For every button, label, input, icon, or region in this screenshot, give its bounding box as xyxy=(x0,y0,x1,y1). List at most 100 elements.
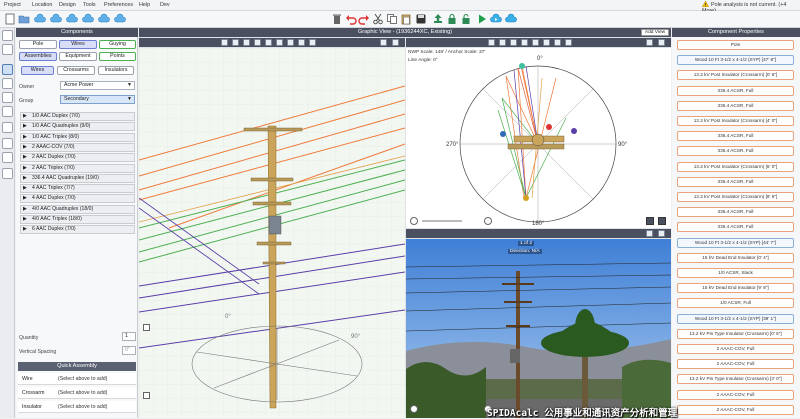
property-item[interactable]: 2 AAAC-COV, Full xyxy=(677,344,794,354)
wire-list-item[interactable]: ▶ 4 AAC Triplex (7/7) xyxy=(20,184,135,194)
owner-select[interactable]: Acme Power ▼ xyxy=(60,81,135,90)
plan-close-icon[interactable] xyxy=(658,39,665,46)
cloud-settings-icon[interactable] xyxy=(114,13,126,25)
cloud-refresh-icon[interactable] xyxy=(98,13,110,25)
menu-dev[interactable]: Dev xyxy=(160,2,170,8)
view-iso-icon[interactable] xyxy=(265,39,272,46)
wire-list-item[interactable]: ▶ 4/0 AAC Triplex (18/0) xyxy=(20,215,135,224)
vertical-spacing-input[interactable]: 0" xyxy=(122,346,136,355)
cloud-sync-icon[interactable] xyxy=(50,13,62,25)
measure-tool-icon[interactable] xyxy=(2,78,13,89)
tab-equipment[interactable]: Equipment xyxy=(59,52,97,61)
list-tool-icon[interactable] xyxy=(2,152,13,163)
tab-insulators[interactable]: Insulators xyxy=(98,66,134,75)
property-item[interactable]: 336.4 ACSR, Full xyxy=(677,85,794,96)
tab-pole[interactable]: Pole xyxy=(19,40,57,49)
quick-assembly-row[interactable]: Crossarm (Select above to add) xyxy=(18,387,136,399)
view-3d-icon[interactable] xyxy=(254,39,261,46)
property-item[interactable]: 13.2 kV Post Insulator (Crossarm) [0' 6"… xyxy=(677,70,794,81)
plan-grid-icon[interactable] xyxy=(565,39,572,46)
expand-icon[interactable] xyxy=(380,39,387,46)
property-item[interactable]: 15 kV Dead End Insulator [9' 8"] xyxy=(677,283,794,294)
tab-wires[interactable]: Wires xyxy=(59,40,97,49)
wire-list-item[interactable]: ▶ 336.4 AAC Quadruplex (19/0) xyxy=(20,173,135,183)
cloud-download-icon[interactable] xyxy=(82,13,94,25)
plan-settings-icon[interactable] xyxy=(646,217,654,225)
edit-tool-icon[interactable] xyxy=(2,92,13,103)
property-item[interactable]: 336.4 ACSR, Full xyxy=(677,222,794,233)
tab-points[interactable]: Points xyxy=(99,52,136,61)
property-item[interactable]: 15 kV Dead End Insulator [0' 4"] xyxy=(677,252,794,263)
photo-zoom-out-icon[interactable] xyxy=(410,405,418,413)
copy-icon[interactable] xyxy=(386,13,398,25)
property-item[interactable]: 336.4 ACSR, Full xyxy=(677,207,794,218)
plan-iso-icon[interactable] xyxy=(532,39,539,46)
property-item[interactable]: 13.2 kV Pin Type Insulator (Crossarm) [3… xyxy=(677,374,794,385)
zoom-in-icon[interactable] xyxy=(484,217,492,225)
zoom-out-icon[interactable] xyxy=(143,392,150,399)
plan-light-icon[interactable] xyxy=(554,39,561,46)
close-icon[interactable] xyxy=(392,39,399,46)
zoom-slider[interactable] xyxy=(422,220,462,222)
quick-assembly-row[interactable]: Insulator (Select above to add) xyxy=(18,401,136,413)
layers-tool-icon[interactable] xyxy=(2,44,13,55)
menu-tools[interactable]: Tools xyxy=(83,2,96,8)
property-item[interactable]: 2 AAAC-COV, Full xyxy=(677,389,794,400)
plan-expand-icon[interactable] xyxy=(646,39,653,46)
open-folder-icon[interactable] xyxy=(18,13,30,25)
add-view-button[interactable]: Add View xyxy=(641,29,669,36)
tab-wire-list[interactable]: Wires xyxy=(21,66,54,75)
property-item[interactable]: 13.2 kV Pin Type Insulator (Crossarm) [0… xyxy=(677,328,794,339)
plan-side-icon[interactable] xyxy=(499,39,506,46)
zoom-in-icon[interactable] xyxy=(143,324,150,331)
zoom-out-icon[interactable] xyxy=(410,217,418,225)
property-item[interactable]: Wood 10 Ft 3-1/2 x 4-1/2 (SYP) [47' 8"] xyxy=(677,55,794,66)
property-item[interactable]: 336.4 ACSR, Full xyxy=(677,176,794,187)
cut-icon[interactable] xyxy=(372,13,384,25)
view-grid-icon[interactable] xyxy=(298,39,305,46)
delete-icon[interactable] xyxy=(331,13,343,25)
menu-help[interactable]: Help xyxy=(139,2,150,8)
property-item[interactable]: 336.4 ACSR, Full xyxy=(677,100,794,111)
view-side-icon[interactable] xyxy=(232,39,239,46)
view-reset-icon[interactable] xyxy=(309,39,316,46)
report-tool-icon[interactable] xyxy=(2,106,13,117)
view-front-icon[interactable] xyxy=(221,39,228,46)
photo-view[interactable]: 1 of 2 Direction: N/A xyxy=(406,239,671,418)
plan-3d-icon[interactable] xyxy=(521,39,528,46)
wire-list-item[interactable]: ▶ 4/0 AAC Quadruplex (18/0) xyxy=(20,204,135,214)
property-item[interactable]: 13.2 kV Post Insulator (Crossarm) [8' 6"… xyxy=(677,192,794,202)
unlock-icon[interactable] xyxy=(460,13,472,25)
property-item[interactable]: 1/0 ACSR, Slack xyxy=(677,268,794,278)
property-item[interactable]: Wood 10 Ft 3-1/2 x 4-1/2 (SYP) [39' 1"] xyxy=(677,313,794,324)
wire-list-item[interactable]: ▶ 1/0 AAC Duplex (7/0) xyxy=(20,112,135,121)
property-item[interactable]: 1/0 ACSR, Full xyxy=(677,298,794,309)
menu-preferences[interactable]: Preferences xyxy=(104,2,133,8)
wire-list-item[interactable]: ▶ 1/0 AAC Quadruplex (9/0) xyxy=(20,122,135,132)
property-item[interactable]: 13.2 kV Post Insulator (Crossarm) [6' 0"… xyxy=(677,161,794,172)
view-light-icon[interactable] xyxy=(287,39,294,46)
tab-assemblies[interactable]: Assemblies xyxy=(19,52,57,61)
cloud-upload-icon[interactable] xyxy=(66,13,78,25)
wire-list-item[interactable]: ▶ 2 AAAC-COV (7/0) xyxy=(20,142,135,152)
wire-list-item[interactable]: ▶ 2 AAC Duplex (7/0) xyxy=(20,153,135,163)
property-item[interactable]: 336.4 ACSR, Full xyxy=(677,146,794,157)
group-select[interactable]: Secondary ▼ xyxy=(60,95,135,104)
property-item[interactable]: 336.4 ACSR, Full xyxy=(677,131,794,142)
components-tool-icon[interactable] xyxy=(2,30,13,41)
plan-view[interactable]: NWP Scale: 148' / Anchor Scale: 37' Line… xyxy=(406,48,671,228)
menu-project[interactable]: Project xyxy=(4,2,21,8)
photo-tool-icon[interactable] xyxy=(2,122,13,133)
property-item[interactable]: 2 AAAC-COV, Full xyxy=(677,359,794,370)
plan-top-icon[interactable] xyxy=(510,39,517,46)
run-analysis-icon[interactable] xyxy=(476,13,488,25)
help-tool-icon[interactable] xyxy=(2,168,13,179)
cloud-open-icon[interactable] xyxy=(34,13,46,25)
photo-close-icon[interactable] xyxy=(658,230,665,237)
save-icon[interactable] xyxy=(415,13,427,25)
paste-icon[interactable] xyxy=(400,13,412,25)
menu-design[interactable]: Design xyxy=(59,2,76,8)
property-item[interactable]: Wood 10 Ft 3-1/2 x 4-1/2 (SYP) [44' 7"] xyxy=(677,237,794,248)
select-tool-icon[interactable] xyxy=(2,64,13,75)
plan-wire-icon[interactable] xyxy=(543,39,550,46)
